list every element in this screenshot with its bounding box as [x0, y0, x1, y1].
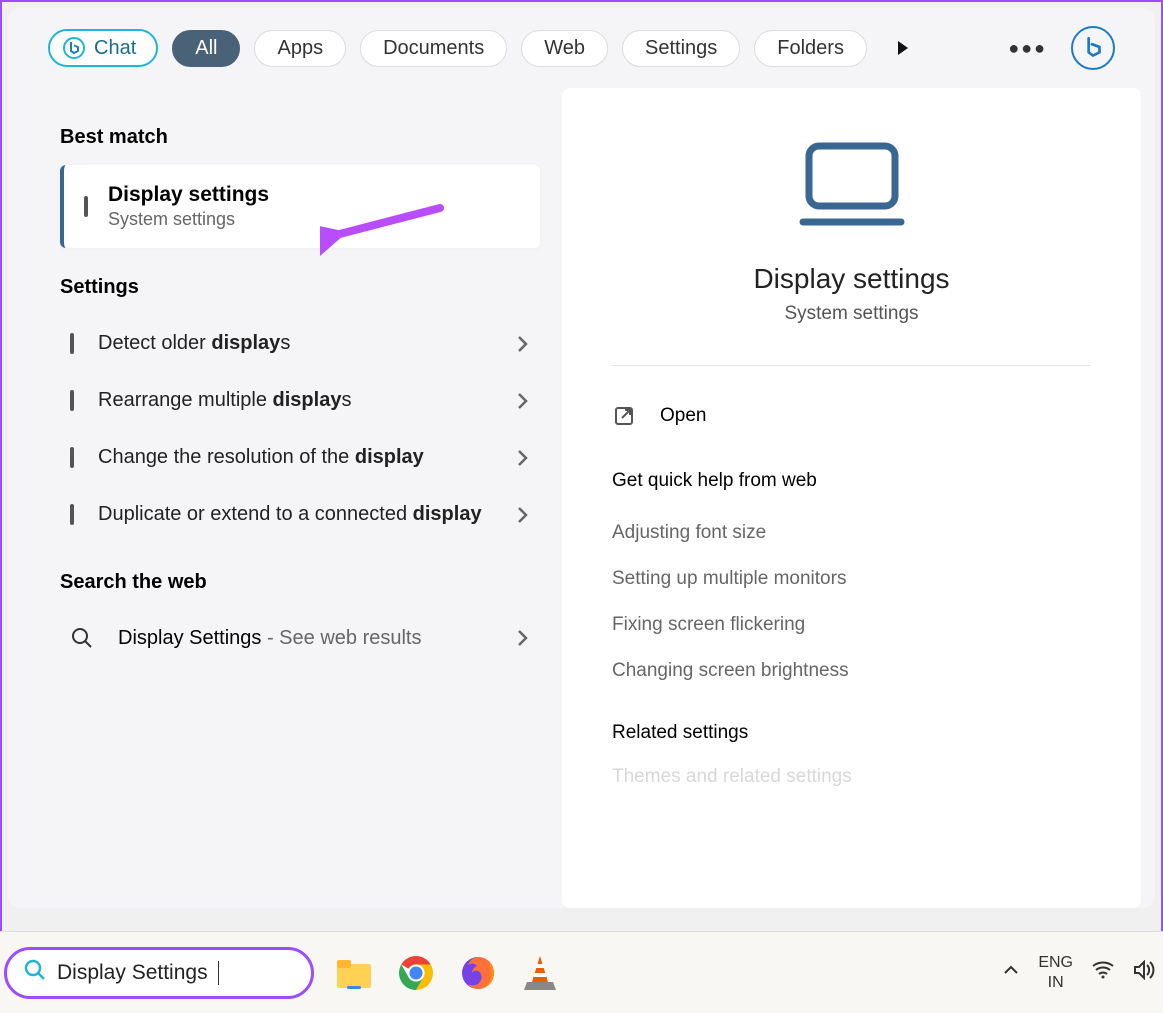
open-label: Open — [660, 405, 706, 427]
help-link[interactable]: Fixing screen flickering — [612, 602, 1091, 648]
display-icon — [70, 392, 74, 410]
open-action[interactable]: Open — [612, 396, 1091, 436]
bing-badge-icon[interactable] — [1071, 26, 1115, 70]
best-match-title: Display settings — [108, 183, 269, 207]
display-icon — [84, 198, 88, 216]
more-filters-arrow-icon[interactable] — [891, 36, 915, 60]
display-icon — [70, 449, 74, 467]
search-web-header: Search the web — [60, 571, 540, 594]
web-result-item[interactable]: Display Settings - See web results — [60, 610, 540, 666]
taskbar-firefox-icon[interactable] — [456, 951, 500, 995]
settings-item-label: Duplicate or extend to a connected displ… — [98, 500, 492, 529]
display-icon — [70, 335, 74, 353]
chat-filter-pill[interactable]: Chat — [48, 29, 158, 67]
divider — [612, 365, 1091, 366]
taskbar-file-explorer-icon[interactable] — [332, 951, 376, 995]
chevron-right-icon — [516, 448, 530, 468]
results-column: Best match Display settings System setti… — [22, 88, 552, 908]
web-item-label: Display Settings - See web results — [118, 624, 492, 652]
system-tray: ENG IN — [1002, 953, 1155, 991]
related-link[interactable]: Themes and related settings — [612, 754, 1091, 800]
search-icon — [70, 626, 94, 650]
settings-header: Settings — [60, 276, 540, 299]
lang-line1: ENG — [1038, 953, 1073, 972]
preview-subtitle: System settings — [612, 303, 1091, 325]
best-match-result[interactable]: Display settings System settings — [60, 165, 540, 248]
volume-icon[interactable] — [1133, 960, 1155, 985]
filter-apps[interactable]: Apps — [254, 30, 346, 67]
preview-pane: Display settings System settings Open Ge… — [562, 88, 1141, 908]
filter-all[interactable]: All — [172, 30, 240, 67]
lang-line2: IN — [1038, 973, 1073, 992]
preview-title: Display settings — [612, 263, 1091, 295]
taskbar-vlc-icon[interactable] — [518, 951, 562, 995]
taskbar-chrome-icon[interactable] — [394, 951, 438, 995]
help-header: Get quick help from web — [612, 470, 1091, 492]
settings-item-detect-displays[interactable]: Detect older displays — [60, 315, 540, 372]
language-indicator[interactable]: ENG IN — [1038, 953, 1073, 991]
search-text: Display Settings — [57, 961, 208, 985]
chat-label: Chat — [94, 37, 136, 60]
settings-item-label: Rearrange multiple displays — [98, 386, 492, 415]
open-external-icon — [612, 404, 636, 428]
best-match-header: Best match — [60, 126, 540, 149]
settings-item-label: Change the resolution of the display — [98, 443, 492, 472]
best-match-subtitle: System settings — [108, 209, 269, 230]
taskbar-search-box[interactable]: Display Settings — [4, 947, 314, 999]
search-icon — [23, 958, 47, 987]
display-icon — [70, 506, 74, 524]
help-link[interactable]: Changing screen brightness — [612, 648, 1091, 694]
filter-settings[interactable]: Settings — [622, 30, 740, 67]
text-cursor — [218, 961, 219, 985]
more-menu-icon[interactable]: ●●● — [998, 38, 1057, 59]
chevron-right-icon — [516, 391, 530, 411]
settings-item-label: Detect older displays — [98, 329, 492, 358]
related-header: Related settings — [612, 722, 1091, 744]
tray-overflow-icon[interactable] — [1002, 961, 1020, 984]
bing-chat-icon — [62, 36, 86, 60]
filter-documents[interactable]: Documents — [360, 30, 507, 67]
help-link[interactable]: Setting up multiple monitors — [612, 556, 1091, 602]
settings-item-duplicate-extend[interactable]: Duplicate or extend to a connected displ… — [60, 486, 540, 543]
start-search-panel: Chat All Apps Documents Web Settings Fol… — [8, 8, 1155, 908]
chevron-right-icon — [516, 334, 530, 354]
settings-item-change-resolution[interactable]: Change the resolution of the display — [60, 429, 540, 486]
filter-web[interactable]: Web — [521, 30, 608, 67]
chevron-right-icon — [516, 505, 530, 525]
filter-folders[interactable]: Folders — [754, 30, 867, 67]
filter-bar: Chat All Apps Documents Web Settings Fol… — [8, 8, 1155, 88]
display-hero-icon — [797, 138, 907, 233]
settings-item-rearrange-displays[interactable]: Rearrange multiple displays — [60, 372, 540, 429]
chevron-right-icon — [516, 628, 530, 648]
wifi-icon[interactable] — [1091, 960, 1115, 985]
taskbar: Display Settings ENG IN — [0, 931, 1163, 1013]
help-link[interactable]: Adjusting font size — [612, 510, 1091, 556]
